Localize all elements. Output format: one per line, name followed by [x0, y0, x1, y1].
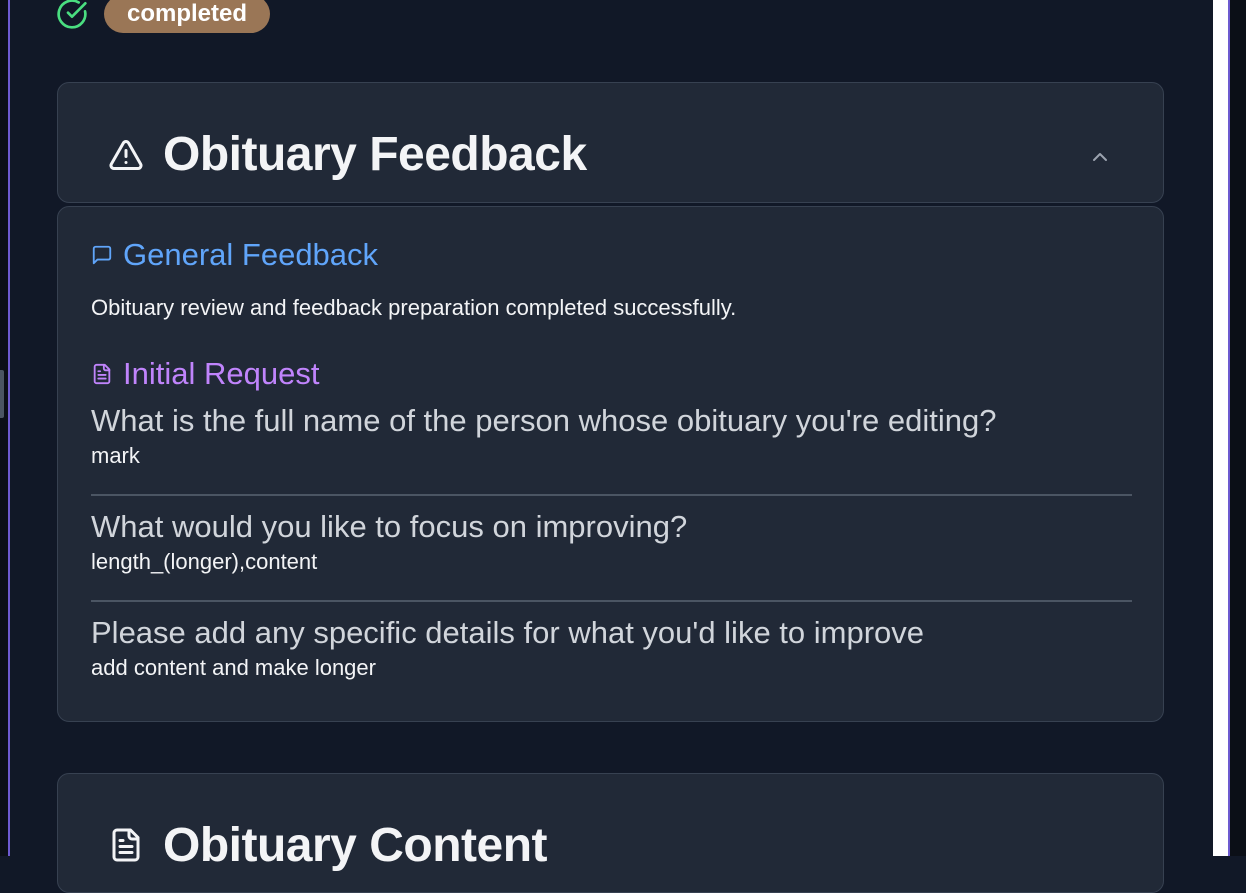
file-text-icon	[91, 363, 113, 385]
status-row: completed	[56, 0, 271, 34]
initial-request-heading: Initial Request	[91, 354, 319, 394]
request-item: What is the full name of the person whos…	[91, 401, 1132, 471]
divider	[91, 494, 1132, 496]
divider	[91, 600, 1132, 602]
general-feedback-heading: General Feedback	[91, 235, 378, 275]
circle-check-icon	[56, 0, 88, 30]
request-question: Please add any specific details for what…	[91, 615, 925, 650]
request-question: What would you like to focus on improvin…	[91, 509, 688, 544]
request-item: Please add any specific details for what…	[91, 613, 1132, 683]
general-feedback-title: General Feedback	[123, 237, 379, 272]
obituary-content-header[interactable]: Obituary Content	[57, 773, 1164, 893]
section-title: Obituary Feedback	[163, 128, 587, 181]
window-outside-left	[0, 0, 8, 856]
message-square-icon	[91, 244, 113, 266]
request-question: What is the full name of the person whos…	[91, 403, 997, 438]
initial-request-title: Initial Request	[123, 356, 320, 391]
request-item: What would you like to focus on improvin…	[91, 507, 1132, 577]
general-feedback-text: Obituary review and feedback preparation…	[91, 295, 737, 320]
obituary-feedback-header[interactable]: Obituary Feedback	[57, 82, 1164, 203]
resize-handle[interactable]	[0, 370, 4, 418]
status-badge: completed	[104, 0, 271, 33]
section-title: Obituary Content	[163, 819, 548, 872]
window-outside-right	[1230, 0, 1246, 856]
obituary-feedback-body: General Feedback Obituary review and fee…	[57, 206, 1164, 722]
request-answer: add content and make longer	[91, 655, 376, 680]
request-answer: mark	[91, 443, 140, 468]
request-answer: length_(longer),content	[91, 549, 318, 574]
scrollbar-track[interactable]	[1213, 0, 1228, 856]
